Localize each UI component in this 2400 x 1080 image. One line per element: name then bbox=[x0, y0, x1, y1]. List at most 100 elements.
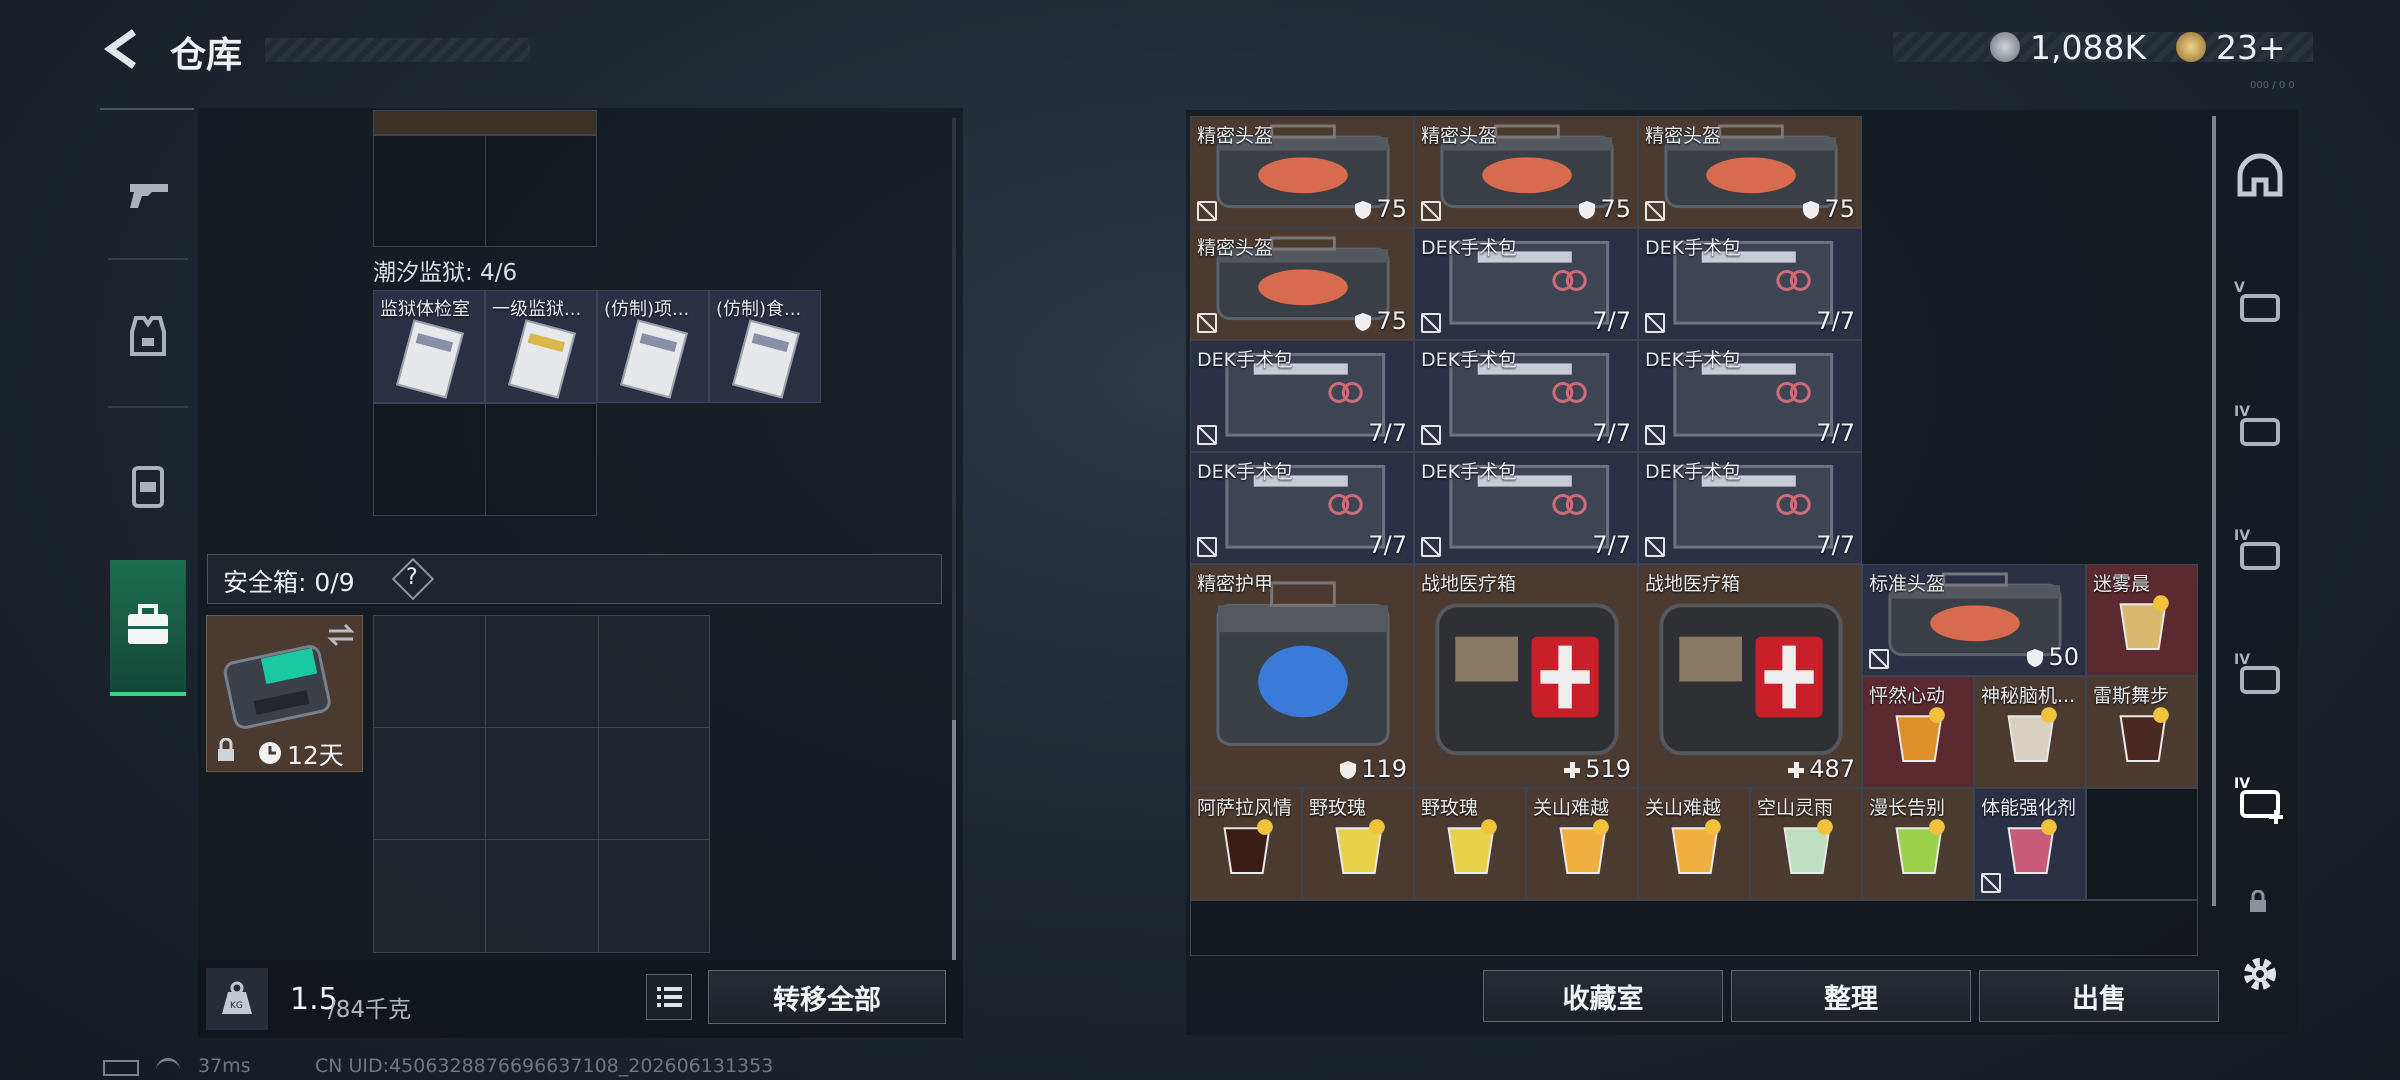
surgery-kit-item[interactable]: DEK手术包 7/7 bbox=[1414, 228, 1638, 340]
drink-item[interactable]: 关山难越 bbox=[1526, 788, 1638, 900]
helmet-item[interactable]: 精密头盔 75 bbox=[1414, 116, 1638, 228]
helmet-item[interactable]: 精密头盔 75 bbox=[1638, 116, 1862, 228]
prison-card-item[interactable]: (仿制)项... bbox=[597, 290, 709, 403]
right-scrollbar[interactable] bbox=[2212, 116, 2216, 906]
wifi-icon bbox=[156, 1058, 180, 1074]
svg-text:IV: IV bbox=[2234, 528, 2250, 544]
surgery-kit-item[interactable]: DEK手术包 7/7 bbox=[1190, 340, 1414, 452]
item-value: 7/7 bbox=[1592, 419, 1631, 447]
iv-camera2-tab-icon: IV bbox=[2232, 522, 2288, 578]
previous-item-row bbox=[373, 110, 597, 135]
swap-icon[interactable] bbox=[325, 622, 357, 648]
drink-item[interactable]: 怦然心动 bbox=[1862, 676, 1974, 788]
item-name: DEK手术包 bbox=[1197, 461, 1294, 483]
medkit-item[interactable]: 战地医疗箱 519 bbox=[1414, 564, 1638, 788]
no-trade-icon bbox=[1421, 313, 1441, 333]
surgery-kit-item[interactable]: DEK手术包 7/7 bbox=[1190, 452, 1414, 564]
item-name: 精密头盔 bbox=[1197, 125, 1274, 147]
iv-add-tab-button[interactable]: IV bbox=[2232, 770, 2288, 826]
no-trade-icon bbox=[1645, 313, 1665, 333]
battery-icon bbox=[103, 1060, 139, 1076]
no-trade-icon bbox=[1421, 537, 1441, 557]
item-value-text: 75 bbox=[1376, 195, 1407, 223]
armor-item[interactable]: 精密护甲 119 bbox=[1190, 564, 1414, 788]
iv-box-tab-icon: IV bbox=[2232, 646, 2288, 702]
empty-row bbox=[1190, 900, 2198, 956]
uid-text: CN UID:4506328876696637108_202606131353 bbox=[315, 1055, 774, 1077]
tab-weapons[interactable] bbox=[108, 150, 188, 230]
helmet-item[interactable]: 精密头盔 75 bbox=[1190, 116, 1414, 228]
empty-slot[interactable] bbox=[2086, 788, 2198, 900]
item-name: DEK手术包 bbox=[1645, 349, 1742, 371]
standard-helmet-item[interactable]: 标准头盔 50 bbox=[1862, 564, 2086, 676]
item-value: 7/7 bbox=[1592, 307, 1631, 335]
surgery-kit-item[interactable]: DEK手术包 7/7 bbox=[1414, 452, 1638, 564]
item-value-text: 7/7 bbox=[1592, 531, 1631, 559]
transfer-all-button[interactable]: 转移全部 bbox=[708, 970, 946, 1024]
prison-card-item[interactable]: (仿制)食... bbox=[709, 290, 821, 403]
page-title: 仓库 bbox=[170, 35, 243, 76]
iv-box-tab-button[interactable]: IV bbox=[2232, 646, 2288, 702]
organize-button[interactable]: 整理 bbox=[1731, 970, 1971, 1022]
item-name: 野玫瑰 bbox=[1309, 797, 1367, 819]
iv-camera-tab-icon: IV bbox=[2232, 398, 2288, 454]
token-count[interactable]: 23+ bbox=[2216, 28, 2286, 67]
keycard-icon bbox=[620, 319, 688, 399]
sell-button[interactable]: 出售 bbox=[1979, 970, 2219, 1022]
gear-icon bbox=[2244, 958, 2276, 990]
clock-icon bbox=[259, 742, 281, 764]
prison-card-item[interactable]: 一级监狱... bbox=[485, 290, 597, 403]
item-value-text: 7/7 bbox=[1368, 531, 1407, 559]
list-view-button[interactable] bbox=[646, 974, 692, 1020]
svg-text:IV: IV bbox=[2234, 776, 2250, 792]
item-name: 空山灵雨 bbox=[1757, 797, 1834, 819]
left-scroll-thumb[interactable] bbox=[952, 720, 956, 960]
surgery-kit-item[interactable]: DEK手术包 7/7 bbox=[1414, 340, 1638, 452]
item-value: 487 bbox=[1787, 755, 1855, 783]
svg-text:IV: IV bbox=[2234, 404, 2250, 420]
back-button[interactable] bbox=[100, 26, 146, 72]
item-value-text: 119 bbox=[1361, 755, 1407, 783]
helmet-item[interactable]: 精密头盔 75 bbox=[1190, 228, 1414, 340]
section-label: 潮汐监狱: 4/6 bbox=[373, 260, 518, 286]
drink-item[interactable]: 迷雾晨 bbox=[2086, 564, 2198, 676]
item-name: 体能强化剂 bbox=[1981, 797, 2077, 819]
backpack-icon bbox=[132, 466, 164, 508]
item-name: DEK手术包 bbox=[1197, 349, 1294, 371]
stimulant-item[interactable]: 体能强化剂 bbox=[1974, 788, 2086, 900]
helmet-tab-button[interactable] bbox=[2232, 150, 2288, 206]
prison-card-item[interactable]: 监狱体检室 bbox=[373, 290, 485, 403]
drink-item[interactable]: 神秘脑机... bbox=[1974, 676, 2086, 788]
item-value-text: 7/7 bbox=[1816, 307, 1855, 335]
drink-item[interactable]: 阿萨拉风情 bbox=[1190, 788, 1302, 900]
back-arrow-icon bbox=[103, 29, 137, 69]
tab-backpack[interactable] bbox=[108, 446, 188, 526]
no-trade-icon bbox=[1645, 201, 1665, 221]
drink-item[interactable]: 关山难越 bbox=[1638, 788, 1750, 900]
surgery-kit-item[interactable]: DEK手术包 7/7 bbox=[1638, 228, 1862, 340]
lock-icon bbox=[218, 738, 234, 761]
item-value-text: 519 bbox=[1585, 755, 1631, 783]
briefcase-icon bbox=[128, 604, 168, 644]
drink-item[interactable]: 漫长告别 bbox=[1862, 788, 1974, 900]
iv-camera2-tab-button[interactable]: IV bbox=[2232, 522, 2288, 578]
collection-button[interactable]: 收藏室 bbox=[1483, 970, 1723, 1022]
surgery-kit-item[interactable]: DEK手术包 7/7 bbox=[1638, 452, 1862, 564]
safe-box-item[interactable]: 12天 bbox=[206, 615, 363, 772]
drink-item[interactable]: 雷斯舞步 bbox=[2086, 676, 2198, 788]
item-value: 75 bbox=[1578, 195, 1631, 223]
tab-safe-box[interactable] bbox=[110, 560, 186, 696]
surgery-kit-item[interactable]: DEK手术包 7/7 bbox=[1638, 340, 1862, 452]
item-name: 战地医疗箱 bbox=[1421, 573, 1517, 595]
drink-item[interactable]: 野玫瑰 bbox=[1414, 788, 1526, 900]
settings-button[interactable] bbox=[2236, 950, 2284, 998]
iv-camera-tab-button[interactable]: IV bbox=[2232, 398, 2288, 454]
drink-item[interactable]: 空山灵雨 bbox=[1750, 788, 1862, 900]
tab-equipment[interactable] bbox=[108, 296, 188, 376]
item-value-text: 7/7 bbox=[1816, 419, 1855, 447]
drink-item[interactable]: 野玫瑰 bbox=[1302, 788, 1414, 900]
v-armor-tab-button[interactable]: V bbox=[2232, 274, 2288, 330]
item-name: 监狱体检室 bbox=[380, 299, 470, 320]
safe-box-grid bbox=[373, 615, 710, 953]
medkit-item[interactable]: 战地医疗箱 487 bbox=[1638, 564, 1862, 788]
